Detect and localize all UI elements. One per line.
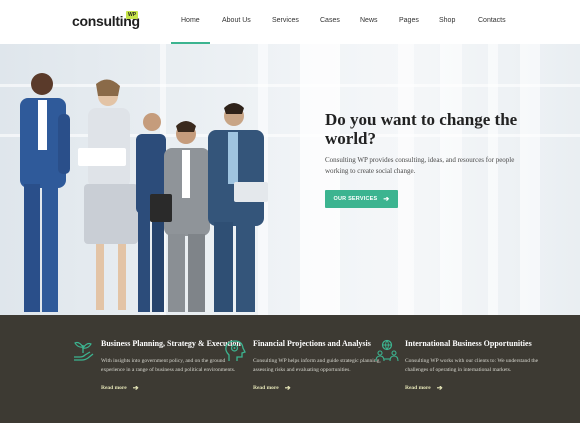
our-services-label: OUR SERVICES [333, 196, 378, 202]
arrow-right-icon: ➔ [284, 384, 291, 392]
nav-shop[interactable]: Shop [439, 17, 455, 24]
read-more-label: Read more [405, 385, 431, 391]
feature-text: Consulting WP helps inform and guide str… [253, 358, 381, 373]
main-menu: Home About Us Services Cases News Pages … [0, 17, 580, 29]
hero-description: Consulting WP provides consulting, ideas… [325, 156, 515, 175]
read-more-link[interactable]: Read more ➔ [253, 384, 393, 392]
our-services-button[interactable]: OUR SERVICES ➔ [325, 190, 398, 208]
nav-services[interactable]: Services [272, 17, 299, 24]
globe-people-icon [375, 339, 399, 362]
features-section: Business Planning, Strategy & Execution … [0, 315, 580, 423]
hero-section: Do you want to change the world? Consult… [0, 44, 580, 315]
business-people-image [20, 73, 268, 312]
feature-text: With insights into government policy, an… [101, 358, 236, 373]
feature-title: Business Planning, Strategy & Execution [101, 339, 241, 348]
feature-text: Consulting WP works with our clients to:… [405, 358, 539, 373]
arrow-right-icon: ➔ [383, 196, 390, 203]
nav-contacts[interactable]: Contacts [478, 17, 506, 24]
person-figure [208, 103, 268, 312]
feature-card: Business Planning, Strategy & Execution … [74, 339, 241, 392]
nav-news[interactable]: News [360, 17, 378, 24]
feature-card: International Business Opportunities Con… [375, 339, 545, 392]
feature-title: International Business Opportunities [405, 339, 532, 348]
person-figure [78, 79, 138, 310]
head-gear-icon [225, 340, 246, 361]
read-more-link[interactable]: Read more ➔ [405, 384, 545, 392]
person-figure [20, 73, 70, 312]
top-navigation: consulting WP Home About Us Services Cas… [0, 0, 580, 44]
nav-cases[interactable]: Cases [320, 17, 340, 24]
feature-card: Financial Projections and Analysis Consu… [225, 339, 393, 392]
arrow-right-icon: ➔ [436, 384, 443, 392]
nav-home[interactable]: Home [181, 17, 200, 24]
nav-about-us[interactable]: About Us [222, 17, 251, 24]
feature-title: Financial Projections and Analysis [253, 339, 371, 348]
read-more-link[interactable]: Read more ➔ [101, 384, 241, 392]
hero-title: Do you want to change the world? [325, 110, 518, 148]
read-more-label: Read more [253, 385, 279, 391]
plant-hand-icon [74, 341, 94, 361]
nav-pages[interactable]: Pages [399, 17, 419, 24]
arrow-right-icon: ➔ [132, 384, 139, 392]
read-more-label: Read more [101, 385, 127, 391]
